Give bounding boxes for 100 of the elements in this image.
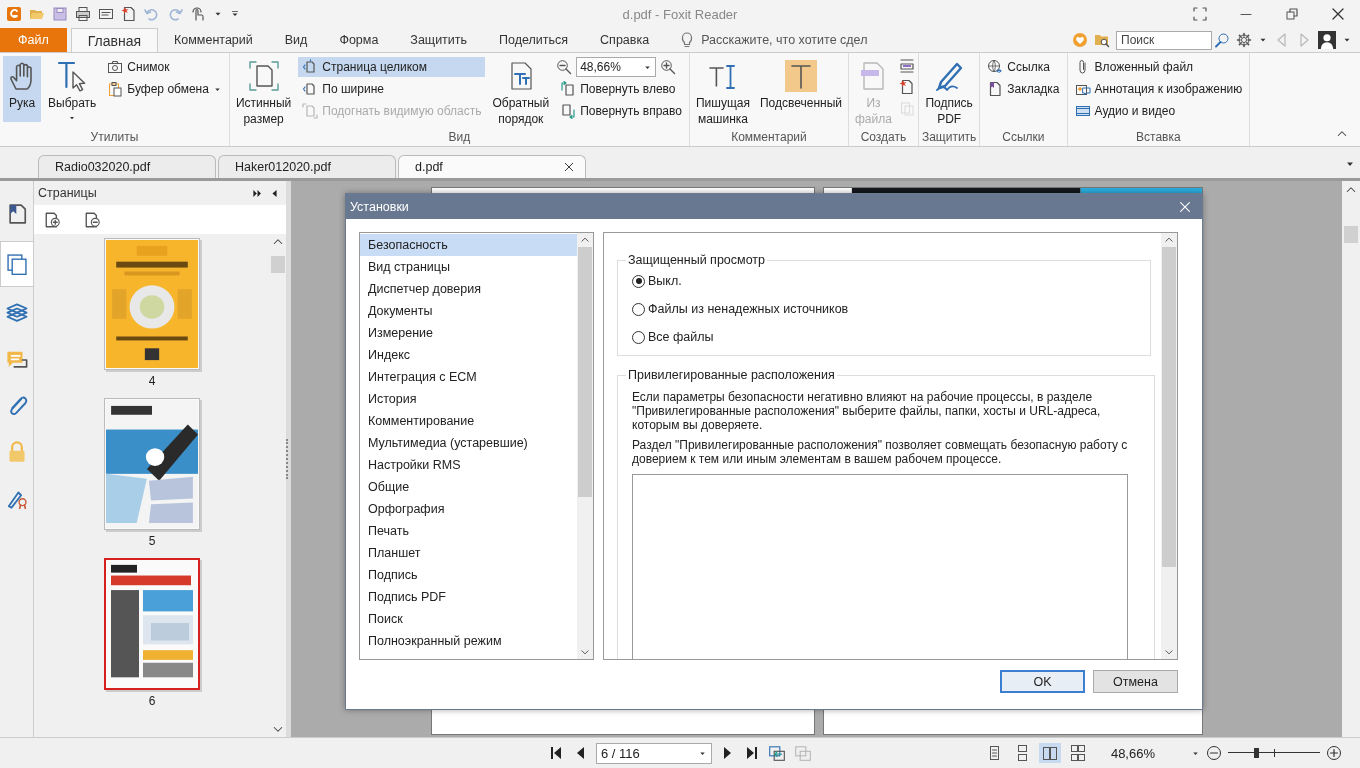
ok-button[interactable]: OK (1000, 670, 1085, 693)
category-item[interactable]: Вид страницы (360, 256, 577, 278)
menu-tab[interactable]: Поделиться (483, 28, 585, 52)
menu-tab[interactable]: Комментарий (158, 28, 269, 52)
document-tab[interactable]: Haker012020.pdf (218, 155, 396, 178)
touch-icon[interactable] (190, 6, 206, 22)
scroll-down-icon[interactable] (580, 647, 590, 657)
radio-label[interactable]: Файлы из ненадежных источников (648, 302, 849, 316)
category-item[interactable]: Безопасность (360, 234, 577, 256)
enlarge-thumbnails-icon[interactable] (44, 210, 62, 229)
category-item[interactable]: Мультимедиа (устаревшие) (360, 432, 577, 454)
zoom-in-icon[interactable] (1326, 745, 1342, 761)
document-tab[interactable]: Radio032020.pdf (38, 155, 216, 178)
new-document-button[interactable] (898, 79, 915, 95)
menu-tab[interactable]: Форма (323, 28, 395, 52)
settings-icon[interactable] (1236, 32, 1252, 48)
ribbon-button[interactable]: Ссылка (983, 57, 1064, 77)
tell-me-field[interactable]: Расскажите, что хотите сдел (699, 32, 904, 48)
clipboard-icon (107, 81, 124, 97)
ribbon-button[interactable]: Буфер обмена (103, 79, 226, 99)
page-number: 6 (148, 694, 156, 708)
category-item[interactable]: Документы (360, 300, 577, 322)
first-page-icon[interactable] (548, 745, 564, 761)
menu-tab[interactable]: Защитить (394, 28, 484, 52)
zoom-slider[interactable] (1228, 746, 1320, 760)
ribbon-button[interactable]: Повернуть влево (556, 79, 686, 99)
category-item[interactable]: Общие (360, 476, 577, 498)
new-document-icon[interactable] (121, 6, 137, 22)
page-field[interactable]: 6 / 116 (596, 742, 712, 764)
radio-button[interactable] (632, 274, 645, 288)
radio-button[interactable] (632, 330, 645, 344)
zoom-out-icon[interactable] (556, 59, 573, 75)
scroll-thumb[interactable] (1344, 226, 1358, 243)
category-item[interactable]: Измерение (360, 322, 577, 344)
category-item[interactable]: История (360, 388, 577, 410)
document-tab[interactable]: d.pdf (398, 155, 586, 178)
previous-view-icon[interactable] (768, 744, 786, 762)
scroll-thumb[interactable] (578, 247, 592, 497)
layout-button[interactable] (898, 58, 915, 74)
category-item[interactable]: Печать (360, 520, 577, 542)
category-item[interactable]: Настройки RMS (360, 454, 577, 476)
category-item[interactable]: Подпись PDF (360, 586, 577, 608)
ribbon-button[interactable]: Снимок (103, 57, 226, 77)
fullscreen-icon[interactable] (1192, 6, 1208, 22)
category-item[interactable]: Полноэкранный режим (360, 630, 577, 652)
last-page-icon[interactable] (744, 745, 760, 761)
zoom-in-icon[interactable] (660, 59, 677, 75)
collapse-icon[interactable] (269, 187, 280, 199)
category-item[interactable]: Поиск (360, 608, 577, 630)
menu-tab[interactable]: Главная (70, 28, 159, 52)
scroll-thumb[interactable] (271, 256, 285, 273)
user-icon[interactable] (1318, 31, 1336, 49)
ribbon-button[interactable]: Рука (3, 56, 41, 122)
description-text: Если параметры безопасности негативно влияют на рабочие процессы, в разделе "Привилегированные расположения" выберите файлы, папки, хосты и URL-адреса, которым вы доверяете. (632, 390, 1102, 432)
scroll-down-icon[interactable] (1164, 647, 1174, 657)
ribbon-button[interactable]: Аудио и видео (1070, 101, 1247, 121)
category-item[interactable]: Индекс (360, 344, 577, 366)
sidebar-tool[interactable] (0, 241, 33, 287)
printer-icon[interactable] (75, 6, 91, 22)
scroll-thumb[interactable] (1162, 247, 1176, 567)
zoom-field[interactable]: 48,66% (576, 57, 657, 77)
category-item[interactable]: Интеграция с ECM (360, 366, 577, 388)
reduce-thumbnails-icon[interactable] (84, 210, 102, 229)
scroll-up-icon[interactable] (580, 235, 590, 245)
scroll-up-icon[interactable] (1164, 235, 1174, 245)
menu-tab[interactable]: Вид (268, 28, 324, 52)
search-field[interactable]: Поиск (1116, 30, 1212, 50)
category-item[interactable]: Подпись (360, 564, 577, 586)
ribbon-button[interactable]: Страница целиком (298, 57, 486, 77)
ribbon-button[interactable]: Аннотация к изображению (1070, 79, 1247, 99)
card-icon[interactable] (98, 6, 114, 22)
description-text: Раздел "Привилегированные расположения" позволяет совмещать безопасную работу с доверием к тем или иным элементам в вашем рабочем процессе. (632, 438, 1129, 466)
menu-tab[interactable]: Справка (584, 28, 666, 52)
close-icon[interactable] (1330, 6, 1346, 22)
ribbon-button[interactable]: Подпись PDF (922, 56, 976, 122)
zoom-out-icon[interactable] (1206, 745, 1222, 761)
ribbon-button[interactable]: Повернуть вправо (556, 101, 686, 121)
radio-label[interactable]: Выкл. (648, 274, 682, 288)
close-icon[interactable] (563, 161, 575, 173)
pages-icon (898, 100, 915, 116)
ribbon-button[interactable]: Закладка (983, 79, 1064, 99)
ribbon-button[interactable]: Вложенный файл (1070, 57, 1247, 77)
radio-button[interactable] (632, 302, 645, 316)
category-item[interactable]: Диспетчер доверия (360, 278, 577, 300)
category-item[interactable]: Орфография (360, 498, 577, 520)
view-mode-button[interactable] (1038, 743, 1061, 763)
ribbon-button[interactable]: Пишущая машинка (692, 56, 753, 122)
restore-icon[interactable] (1284, 6, 1300, 22)
ribbon-button[interactable]: Подсвеченный (756, 56, 845, 122)
search-icon[interactable] (1214, 32, 1230, 48)
category-item[interactable]: Комментирование (360, 410, 577, 432)
cancel-button[interactable]: Отмена (1093, 670, 1178, 693)
ribbon-button[interactable]: Выбрать (45, 56, 100, 122)
slider-thumb[interactable] (1253, 748, 1259, 758)
radio-label[interactable]: Все файлы (648, 330, 714, 344)
category-item[interactable]: Планшет (360, 542, 577, 564)
save-icon[interactable] (52, 6, 68, 22)
expand-icon[interactable] (252, 187, 263, 199)
ribbon-button[interactable]: По ширине (298, 79, 486, 99)
folder-search-icon[interactable] (1094, 32, 1110, 48)
